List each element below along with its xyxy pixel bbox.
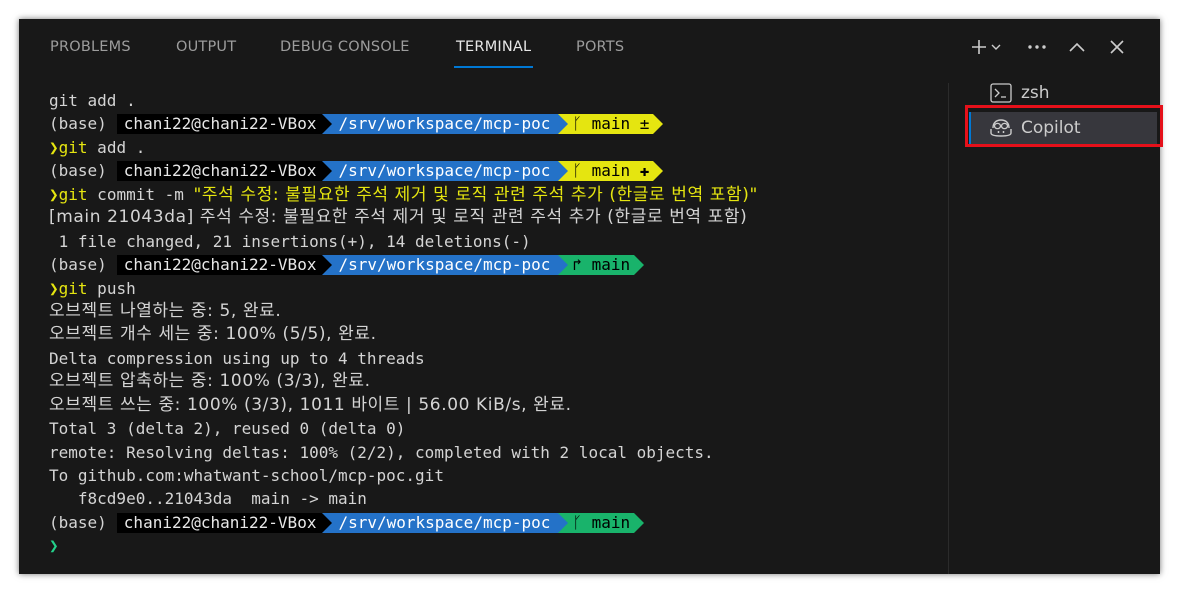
command-args: add . (87, 137, 146, 157)
prompt-separator (558, 161, 569, 182)
terminal-icon (989, 82, 1013, 104)
terminal-line: git add . (49, 91, 136, 110)
terminal-line: 오브젝트 개수 세는 중: 100% (5/5), 완료. (49, 324, 377, 345)
prompt-user: chani22@chani22-VBox (116, 161, 323, 182)
tab-ports[interactable]: PORTS (576, 39, 624, 55)
conda-env: (base) (49, 512, 107, 532)
prompt-separator (634, 512, 645, 533)
maximize-panel-button[interactable] (1064, 33, 1090, 61)
prompt-separator (653, 161, 664, 182)
terminal-item-copilot[interactable]: Copilot (969, 112, 1157, 144)
commit-message: "주석 수정: 불필요한 주석 제거 및 로직 관련 주석 추가 (한글로 번역… (193, 184, 758, 205)
prompt-git-branch: ᚴ main ± (568, 114, 654, 135)
panel-divider (948, 83, 949, 574)
more-actions-button[interactable] (1024, 33, 1050, 61)
terminal-line: Delta compression using up to 4 threads (49, 348, 425, 368)
prompt-chevron: ❯ (49, 536, 59, 556)
copilot-icon (989, 117, 1013, 139)
terminal-line: remote: Resolving deltas: 100% (2/2), co… (49, 442, 714, 462)
command-name: git (58, 184, 88, 204)
prompt-user: chani22@chani22-VBox (116, 114, 323, 135)
tab-output[interactable]: OUTPUT (176, 39, 236, 55)
terminal-item-label: zsh (1021, 83, 1050, 103)
command-line: ❯git add . (49, 136, 944, 159)
terminal-line: f8cd9e0..21043da main -> main (49, 489, 367, 509)
close-panel-button[interactable] (1104, 33, 1130, 61)
prompt-git-branch: ᚴ main (568, 512, 635, 533)
prompt-separator (558, 512, 569, 533)
prompt-chevron: ❯ (49, 278, 59, 298)
prompt-git-branch: ↱ main (568, 254, 635, 275)
tab-problems[interactable]: PROBLEMS (50, 39, 131, 55)
terminal-line: 오브젝트 압축하는 중: 100% (3/3), 완료. (49, 371, 371, 392)
tab-debug-console[interactable]: DEBUG CONSOLE (280, 39, 410, 55)
prompt-path: /srv/workspace/mcp-poc (332, 512, 559, 533)
prompt-git-branch: ᚴ main ✚ (568, 161, 654, 182)
command-line: ❯ (49, 534, 944, 557)
chevron-up-icon (1069, 42, 1085, 52)
command-line: ❯git commit -m "주석 수정: 불필요한 주석 제거 및 로직 관… (49, 183, 944, 206)
terminal-list: zsh Copilot (967, 75, 1160, 574)
prompt-separator (322, 114, 333, 135)
prompt-line: (base) chani22@chani22-VBox /srv/workspa… (49, 112, 944, 135)
ellipsis-icon (1028, 45, 1046, 49)
terminal-line: 1 file changed, 21 insertions(+), 14 del… (49, 231, 531, 251)
terminal-output[interactable]: git add . (base) chani22@chani22-VBox /s… (49, 89, 944, 558)
command-name: git (58, 278, 88, 298)
terminal-line: Total 3 (delta 2), reused 0 (delta 0) (49, 419, 406, 439)
terminal-line: [main 21043da] 주석 수정: 불필요한 주석 제거 및 로직 관련… (49, 207, 748, 228)
command-args: push (87, 278, 136, 298)
conda-env: (base) (49, 114, 107, 134)
prompt-chevron: ❯ (49, 137, 59, 157)
prompt-separator (322, 512, 333, 533)
terminal-panel: PROBLEMS OUTPUT DEBUG CONSOLE TERMINAL P… (19, 19, 1160, 574)
tab-terminal[interactable]: TERMINAL (453, 39, 534, 68)
prompt-path: /srv/workspace/mcp-poc (332, 161, 559, 182)
command-line: ❯git push (49, 277, 944, 300)
prompt-user: chani22@chani22-VBox (116, 254, 323, 275)
command-args: commit -m (87, 184, 194, 204)
prompt-line: (base) chani22@chani22-VBox /srv/workspa… (49, 253, 944, 276)
plus-icon (972, 40, 1001, 54)
command-name: git (58, 137, 88, 157)
prompt-user: chani22@chani22-VBox (116, 512, 323, 533)
prompt-separator (634, 254, 645, 275)
prompt-chevron: ❯ (49, 184, 59, 204)
prompt-line: (base) chani22@chani22-VBox /srv/workspa… (49, 511, 944, 534)
prompt-separator (653, 114, 664, 135)
prompt-line: (base) chani22@chani22-VBox /srv/workspa… (49, 159, 944, 182)
prompt-separator (558, 254, 569, 275)
prompt-path: /srv/workspace/mcp-poc (332, 114, 559, 135)
prompt-separator (322, 161, 333, 182)
terminal-line: 오브젝트 나열하는 중: 5, 완료. (49, 300, 282, 321)
prompt-path: /srv/workspace/mcp-poc (332, 254, 559, 275)
terminal-line: To github.com:whatwant-school/mcp-poc.gi… (49, 466, 444, 485)
new-terminal-button[interactable] (968, 33, 1008, 61)
terminal-item-label: Copilot (1021, 118, 1081, 138)
conda-env: (base) (49, 161, 107, 181)
terminal-item-zsh[interactable]: zsh (969, 77, 1157, 109)
terminal-line: 오브젝트 쓰는 중: 100% (3/3), 1011 바이트 | 56.00 … (49, 394, 572, 415)
prompt-separator (322, 254, 333, 275)
conda-env: (base) (49, 254, 107, 274)
panel-actions (968, 33, 1148, 61)
prompt-separator (558, 114, 569, 135)
close-icon (1110, 40, 1124, 54)
